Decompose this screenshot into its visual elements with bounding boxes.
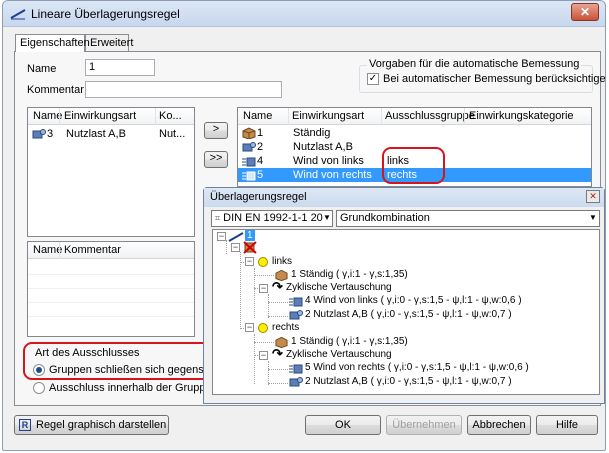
close-button[interactable]: ✕ bbox=[571, 3, 599, 21]
rule-tree[interactable]: − 1 − − links 1 Ständig ( γ,i:1 - γ,s:1,… bbox=[212, 229, 600, 395]
kommentar-label: Kommentar bbox=[27, 84, 84, 96]
annotation-oval-exclusion bbox=[23, 342, 213, 380]
list-item[interactable]: 3 Nutzlast A,B Nut... bbox=[28, 127, 194, 141]
graph-rule-button-label: Regel graphisch darstellen bbox=[36, 419, 167, 431]
variable-load-icon bbox=[32, 129, 46, 139]
expander[interactable]: − bbox=[259, 284, 268, 293]
wind-load-icon bbox=[289, 364, 303, 374]
tree-item[interactable]: 1 Ständig ( γ,i:1 - γ,s:1,35) bbox=[291, 269, 408, 280]
graph-icon: R bbox=[19, 419, 31, 431]
help-button[interactable]: Hilfe bbox=[536, 415, 598, 435]
list-header: Name Kommentar bbox=[28, 242, 194, 259]
expander[interactable]: − bbox=[245, 323, 254, 332]
chevron-down-icon[interactable]: ▼ bbox=[587, 211, 599, 226]
expander[interactable]: − bbox=[231, 243, 240, 252]
col-header-einwirkungskategorie[interactable]: Einwirkungskategorie bbox=[469, 110, 574, 122]
row-ko: Nut... bbox=[159, 128, 186, 140]
tree-zyklisch[interactable]: Zyklische Vertauschung bbox=[286, 349, 392, 360]
overlay-rule-window: Überlagerungsregel ✕ ⌗ DIN EN 1992-1-1 2… bbox=[203, 187, 605, 404]
list-header: Name Einwirkungsart Ausschlussgruppe Ein… bbox=[238, 108, 591, 125]
annotation-oval-groups bbox=[382, 147, 445, 184]
tree-item[interactable]: 1 Ständig ( γ,i:1 - γ,s:1,35) bbox=[291, 336, 408, 347]
vorgaben-title: Vorgaben für die automatische Bemessung bbox=[367, 58, 582, 70]
variable-load-icon bbox=[289, 310, 303, 320]
kommentar-input[interactable] bbox=[85, 81, 282, 98]
expander[interactable]: − bbox=[217, 232, 226, 241]
wind-load-icon bbox=[289, 297, 303, 307]
norm-icon: ⌗ bbox=[215, 213, 221, 223]
row-name: 2 bbox=[257, 141, 264, 153]
row-name: 3 bbox=[47, 128, 54, 140]
cycle-icon: ↷ bbox=[272, 279, 283, 294]
row-einwirkungsart: Wind von rechts bbox=[293, 169, 372, 181]
table-row[interactable]: 1 Ständig bbox=[238, 126, 591, 140]
comment-list[interactable]: Name Kommentar bbox=[27, 241, 195, 337]
exclusion-icon bbox=[243, 241, 257, 254]
col-header-ausschlussgruppe[interactable]: Ausschlussgruppe bbox=[385, 110, 475, 122]
apply-button[interactable]: Übernehmen bbox=[386, 415, 462, 435]
available-actions-list[interactable]: Name Einwirkungsart Ko... 3 Nutzlast A,B… bbox=[27, 107, 195, 237]
tree-root[interactable]: 1 bbox=[245, 230, 255, 241]
group-icon bbox=[258, 257, 268, 267]
ok-button[interactable]: OK bbox=[305, 415, 381, 435]
col-header-einwirkungsart[interactable]: Einwirkungsart bbox=[64, 110, 136, 122]
tab-erweitert[interactable]: Erweitert bbox=[85, 34, 133, 51]
name-input[interactable]: 1 bbox=[85, 59, 155, 76]
tree-item[interactable]: 2 Nutzlast A,B ( γ,i:0 - γ,s:1,5 - ψ,l:1… bbox=[305, 376, 512, 387]
row-einwirkungsart: Ständig bbox=[293, 127, 331, 139]
row-einwirkungsart: Nutzlast A,B bbox=[66, 128, 126, 140]
row-einwirkungsart: Nutzlast A,B bbox=[293, 141, 353, 153]
tree-group-rechts[interactable]: rechts bbox=[272, 322, 299, 333]
tab-eigenschaften[interactable]: Eigenschaften bbox=[15, 34, 90, 52]
sub-title-bar[interactable]: Überlagerungsregel ✕ bbox=[204, 188, 604, 207]
kombination-value: Grundkombination bbox=[340, 212, 430, 224]
tree-zyklisch[interactable]: Zyklische Vertauschung bbox=[286, 282, 392, 293]
window-title: Lineare Überlagerungsregel bbox=[31, 7, 180, 21]
add-all-button[interactable]: >> bbox=[204, 151, 228, 168]
list-header: Name Einwirkungsart Ko... bbox=[28, 108, 194, 125]
col-header-name[interactable]: Name bbox=[33, 244, 62, 256]
sub-close-button[interactable]: ✕ bbox=[586, 190, 600, 203]
col-header-name[interactable]: Name bbox=[243, 110, 272, 122]
vorgaben-checkbox-label: Bei automatischer Bemessung berücksichti… bbox=[383, 73, 606, 85]
tree-item[interactable]: 2 Nutzlast A,B ( γ,i:0 - γ,s:1,5 - ψ,l:1… bbox=[305, 309, 512, 320]
name-label: Name bbox=[27, 63, 57, 75]
row-name: 4 bbox=[257, 155, 264, 167]
cancel-button[interactable]: Abbrechen bbox=[467, 415, 531, 435]
variable-load-icon bbox=[289, 377, 303, 387]
variable-load-icon bbox=[242, 142, 256, 152]
chevron-down-icon[interactable]: ▼ bbox=[322, 211, 332, 226]
expander[interactable]: − bbox=[245, 257, 254, 266]
sub-window-title: Überlagerungsregel bbox=[210, 191, 307, 203]
expander[interactable]: − bbox=[259, 351, 268, 360]
radio-ausschluss-innerhalb-label: Ausschluss innerhalb der Gruppen bbox=[49, 382, 218, 394]
permanent-load-icon bbox=[242, 127, 256, 139]
norm-value: DIN EN 1992-1-1 20 bbox=[223, 212, 323, 224]
group-icon bbox=[258, 323, 268, 333]
col-header-einwirkungsart[interactable]: Einwirkungsart bbox=[292, 110, 364, 122]
add-selected-button[interactable]: > bbox=[204, 122, 228, 139]
row-name: 5 bbox=[257, 169, 264, 181]
tree-group-links[interactable]: links bbox=[272, 256, 292, 267]
row-einwirkungsart: Wind von links bbox=[293, 155, 364, 167]
radio-ausschluss-innerhalb[interactable] bbox=[33, 382, 45, 394]
kombination-combo[interactable]: Grundkombination bbox=[336, 210, 600, 227]
cycle-icon: ↷ bbox=[272, 346, 283, 361]
wind-load-icon bbox=[242, 171, 256, 181]
title-bar[interactable]: Lineare Überlagerungsregel ✕ bbox=[3, 1, 605, 27]
vorgaben-checkbox[interactable]: ✓ bbox=[367, 73, 379, 85]
wind-load-icon bbox=[242, 157, 256, 167]
norm-combo[interactable]: ⌗ DIN EN 1992-1-1 20 bbox=[211, 210, 333, 227]
col-header-name[interactable]: Name bbox=[33, 110, 62, 122]
tree-item[interactable]: 4 Wind von links ( γ,i:0 - γ,s:1,5 - ψ,l… bbox=[305, 295, 522, 306]
rule-app-icon bbox=[10, 9, 26, 20]
col-header-kommentar[interactable]: Kommentar bbox=[64, 244, 121, 256]
col-header-ko[interactable]: Ko... bbox=[159, 110, 189, 122]
graph-rule-button[interactable]: R Regel graphisch darstellen bbox=[14, 415, 169, 435]
row-name: 1 bbox=[257, 127, 264, 139]
tree-item[interactable]: 5 Wind von rechts ( γ,i:0 - γ,s:1,5 - ψ,… bbox=[305, 362, 529, 373]
